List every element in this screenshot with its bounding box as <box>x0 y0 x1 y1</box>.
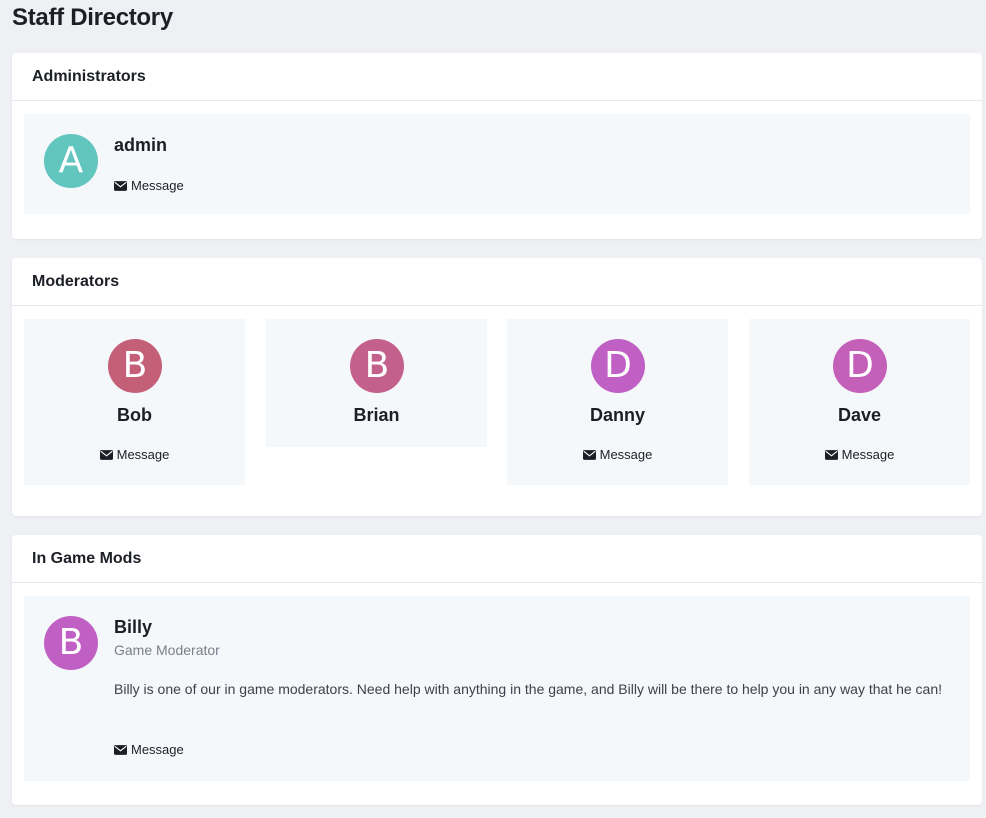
in-game-mods-title: In Game Mods <box>32 549 142 567</box>
avatar: A <box>44 134 98 188</box>
avatar: D <box>591 339 645 393</box>
staff-card-danny: D Danny Message <box>507 319 728 485</box>
page-title: Staff Directory <box>12 4 173 31</box>
message-label: Message <box>131 178 184 193</box>
message-button[interactable]: Message <box>24 447 245 462</box>
message-label: Message <box>116 447 170 462</box>
staff-name[interactable]: Danny <box>507 405 728 426</box>
staff-name[interactable]: Bob <box>24 405 245 426</box>
staff-card-dave: D Dave Message <box>749 319 970 485</box>
staff-card-bob: B Bob Message <box>24 319 245 485</box>
staff-name[interactable]: Dave <box>749 405 970 426</box>
envelope-icon <box>114 745 127 755</box>
staff-card-admin: A admin Message <box>24 114 970 214</box>
administrators-panel: Administrators A admin Message <box>12 53 982 239</box>
envelope-icon <box>583 450 596 460</box>
staff-role: Game Moderator <box>114 642 220 658</box>
panel-header: In Game Mods <box>12 535 982 583</box>
moderators-title: Moderators <box>32 272 120 290</box>
staff-card-brian: B Brian <box>266 319 487 447</box>
staff-name[interactable]: Billy <box>114 617 152 638</box>
avatar: B <box>108 339 162 393</box>
administrators-title: Administrators <box>32 67 146 85</box>
envelope-icon <box>825 450 838 460</box>
envelope-icon <box>114 181 127 191</box>
staff-name[interactable]: Brian <box>266 405 487 426</box>
panel-header: Administrators <box>12 53 982 101</box>
message-button[interactable]: Message <box>749 447 970 462</box>
staff-card-billy: B Billy Game Moderator Billy is one of o… <box>24 596 970 781</box>
staff-name[interactable]: admin <box>114 135 167 156</box>
moderators-panel: Moderators B Bob Message B Brian D Danny… <box>12 258 982 516</box>
avatar: B <box>350 339 404 393</box>
message-button[interactable]: Message <box>114 742 184 757</box>
message-button[interactable]: Message <box>507 447 728 462</box>
in-game-mods-panel: In Game Mods B Billy Game Moderator Bill… <box>12 535 982 805</box>
panel-header: Moderators <box>12 258 982 306</box>
avatar: B <box>44 616 98 670</box>
avatar: D <box>833 339 887 393</box>
message-label: Message <box>131 742 184 757</box>
envelope-icon <box>100 450 113 460</box>
message-button[interactable]: Message <box>114 178 184 193</box>
message-label: Message <box>841 447 895 462</box>
message-label: Message <box>599 447 653 462</box>
staff-bio: Billy is one of our in game moderators. … <box>114 681 943 697</box>
